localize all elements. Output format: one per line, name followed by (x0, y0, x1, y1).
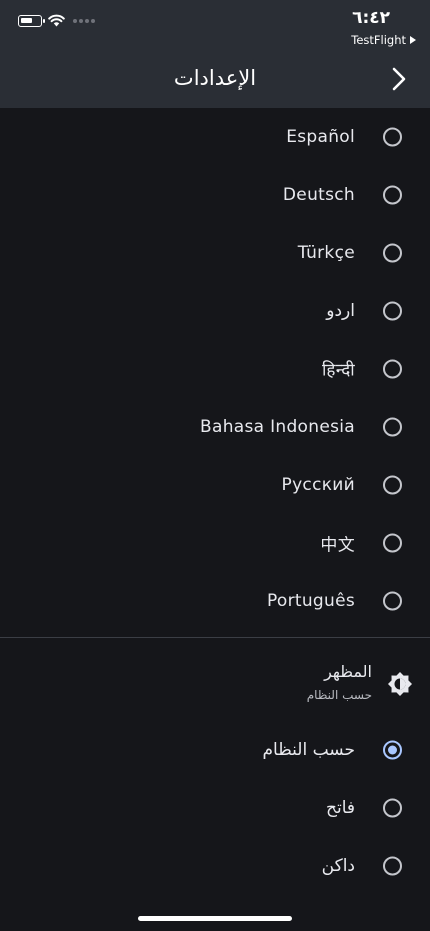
radio-button[interactable] (383, 856, 402, 876)
language-list: Español Deutsch Türkçe اردو हिन्दी Bahas… (0, 108, 430, 630)
radio-button-selected[interactable] (383, 740, 402, 760)
appearance-subtitle: حسب النظام (306, 688, 372, 702)
chevron-right-icon (392, 67, 406, 91)
section-divider (0, 637, 430, 638)
language-label: हिन्दी (321, 360, 355, 381)
language-option-turkce[interactable]: Türkçe (0, 224, 430, 282)
battery-icon (18, 14, 45, 27)
language-label: Português (266, 591, 355, 611)
language-label: اردو (326, 301, 355, 321)
status-left (18, 14, 95, 27)
appearance-option-label: داكن (321, 856, 355, 876)
language-option-hindi[interactable]: हिन्दी (0, 340, 430, 398)
radio-button[interactable] (383, 475, 402, 495)
appearance-option-system[interactable]: حسب النظام (0, 721, 430, 779)
radio-button[interactable] (383, 533, 402, 553)
brightness-icon (388, 672, 412, 696)
home-indicator (138, 916, 292, 921)
back-button[interactable] (386, 66, 412, 92)
testflight-label: TestFlight (351, 33, 406, 47)
appearance-option-light[interactable]: فاتح (0, 779, 430, 837)
cellular-dots-icon (73, 18, 95, 23)
language-option-portuguese[interactable]: Português (0, 572, 430, 630)
page-title: الإعدادات (173, 66, 257, 90)
language-option-espanol[interactable]: Español (0, 108, 430, 166)
language-option-urdu[interactable]: اردو (0, 282, 430, 340)
appearance-option-dark[interactable]: داكن (0, 837, 430, 895)
radio-button[interactable] (383, 301, 402, 321)
language-label: Deutsch (282, 185, 355, 205)
status-time: ٦:٤٢ (352, 8, 390, 28)
appearance-options: حسب النظام فاتح داكن (0, 721, 430, 895)
radio-button[interactable] (383, 243, 402, 263)
language-option-russian[interactable]: Русский (0, 456, 430, 514)
language-option-deutsch[interactable]: Deutsch (0, 166, 430, 224)
appearance-section-header[interactable]: المظهر حسب النظام (0, 650, 430, 720)
play-icon (410, 36, 416, 44)
radio-button[interactable] (383, 359, 402, 379)
radio-button[interactable] (383, 185, 402, 205)
wifi-icon (48, 14, 65, 27)
appearance-title: المظهر (324, 662, 372, 681)
header: الإعدادات (0, 50, 430, 108)
radio-button[interactable] (383, 591, 402, 611)
language-label: Español (286, 127, 355, 147)
appearance-option-label: حسب النظام (262, 740, 355, 760)
language-label: Русский (281, 475, 355, 495)
language-label: Türkçe (297, 243, 355, 263)
radio-button[interactable] (383, 417, 402, 437)
language-option-chinese[interactable]: 中文 (0, 514, 430, 572)
language-label: 中文 (320, 535, 355, 556)
status-bar: ٦:٤٢ TestFlight (0, 0, 430, 50)
radio-button[interactable] (383, 127, 402, 147)
radio-button[interactable] (383, 798, 402, 818)
language-label: Bahasa Indonesia (200, 417, 355, 437)
testflight-back-link[interactable]: TestFlight (351, 33, 416, 47)
language-option-indonesian[interactable]: Bahasa Indonesia (0, 398, 430, 456)
appearance-option-label: فاتح (325, 798, 355, 818)
